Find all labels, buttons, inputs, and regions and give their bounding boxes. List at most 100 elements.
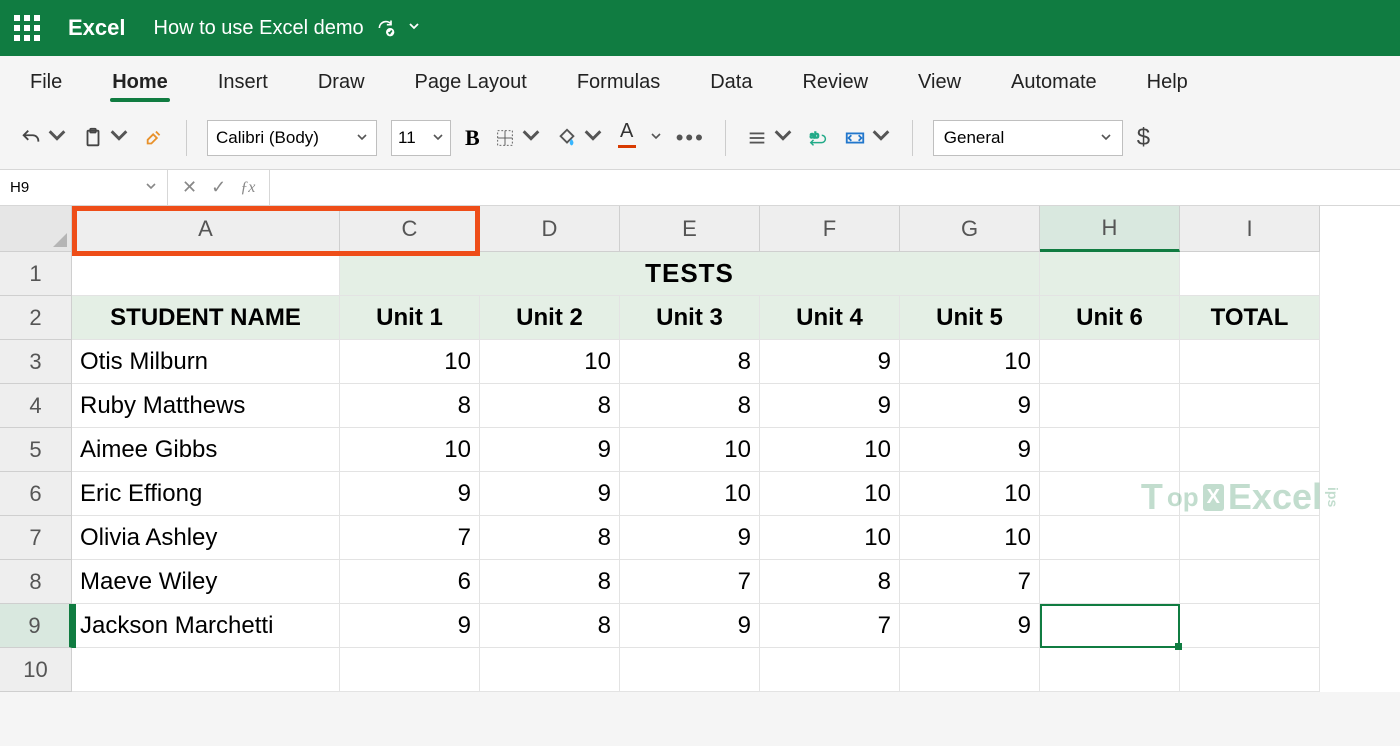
tab-data[interactable]: Data	[708, 61, 754, 106]
tab-automate[interactable]: Automate	[1009, 61, 1099, 106]
cell[interactable]	[1180, 648, 1320, 692]
cell[interactable]	[1040, 472, 1180, 516]
cell[interactable]: 9	[900, 428, 1040, 472]
number-format-select[interactable]: General	[933, 120, 1123, 156]
cell[interactable]: 10	[900, 516, 1040, 560]
cell[interactable]: 10	[340, 340, 480, 384]
cell[interactable]: 9	[340, 604, 480, 648]
fill-color-button[interactable]	[556, 120, 604, 156]
chevron-down-icon[interactable]	[408, 19, 420, 37]
cell[interactable]: 10	[900, 472, 1040, 516]
cell[interactable]: 9	[620, 604, 760, 648]
cell[interactable]: 10	[760, 472, 900, 516]
header-student-name[interactable]: STUDENT NAME	[72, 296, 340, 340]
tab-file[interactable]: File	[28, 61, 64, 106]
cell[interactable]: 9	[760, 384, 900, 428]
cell[interactable]	[1040, 340, 1180, 384]
tab-draw[interactable]: Draw	[316, 61, 367, 106]
row-header-3[interactable]: 3	[0, 340, 72, 384]
cell[interactable]: 9	[480, 428, 620, 472]
cell[interactable]: 9	[900, 384, 1040, 428]
tab-insert[interactable]: Insert	[216, 61, 270, 106]
cell[interactable]	[1180, 472, 1320, 516]
wrap-text-button[interactable]: ab	[808, 120, 830, 156]
cell-name[interactable]: Aimee Gibbs	[72, 428, 340, 472]
formula-input[interactable]	[270, 170, 1400, 205]
merge-button[interactable]	[844, 120, 892, 156]
font-size-select[interactable]: 11	[391, 120, 451, 156]
tab-review[interactable]: Review	[800, 61, 870, 106]
chevron-down-icon[interactable]	[650, 129, 662, 147]
header-unit5[interactable]: Unit 5	[900, 296, 1040, 340]
paste-button[interactable]	[82, 120, 130, 156]
cell[interactable]: 10	[900, 340, 1040, 384]
undo-button[interactable]	[20, 120, 68, 156]
tab-home[interactable]: Home	[110, 61, 170, 106]
header-unit1[interactable]: Unit 1	[340, 296, 480, 340]
tests-title-cell[interactable]: TESTS	[340, 252, 1040, 296]
row-header-4[interactable]: 4	[0, 384, 72, 428]
cell[interactable]	[340, 648, 480, 692]
cell[interactable]	[1180, 340, 1320, 384]
row-header-7[interactable]: 7	[0, 516, 72, 560]
tab-view[interactable]: View	[916, 61, 963, 106]
cell[interactable]: 7	[340, 516, 480, 560]
more-font-options-button[interactable]: •••	[676, 120, 705, 156]
col-header-A[interactable]: A	[72, 206, 340, 252]
bold-button[interactable]: B	[465, 120, 480, 156]
header-unit4[interactable]: Unit 4	[760, 296, 900, 340]
header-unit2[interactable]: Unit 2	[480, 296, 620, 340]
cell[interactable]: 8	[620, 340, 760, 384]
cell[interactable]: 8	[340, 384, 480, 428]
cell[interactable]	[1040, 560, 1180, 604]
col-header-H[interactable]: H	[1040, 206, 1180, 252]
cell-name[interactable]: Jackson Marchetti	[72, 604, 340, 648]
tab-page-layout[interactable]: Page Layout	[413, 61, 529, 106]
col-header-F[interactable]: F	[760, 206, 900, 252]
cell-name[interactable]: Olivia Ashley	[72, 516, 340, 560]
cell-name[interactable]: Eric Effiong	[72, 472, 340, 516]
cell[interactable]: 9	[480, 472, 620, 516]
cell[interactable]	[1180, 384, 1320, 428]
header-total[interactable]: TOTAL	[1180, 296, 1320, 340]
cell[interactable]	[1040, 648, 1180, 692]
col-header-D[interactable]: D	[480, 206, 620, 252]
cell[interactable]	[760, 648, 900, 692]
font-color-button[interactable]: A	[618, 120, 636, 156]
select-all-corner[interactable]	[0, 206, 72, 252]
cell[interactable]: 8	[480, 384, 620, 428]
cell[interactable]	[620, 648, 760, 692]
cell[interactable]	[1180, 560, 1320, 604]
cell[interactable]: 9	[900, 604, 1040, 648]
cell[interactable]	[1180, 604, 1320, 648]
cell[interactable]: 9	[620, 516, 760, 560]
accept-formula-icon[interactable]: ✓	[211, 177, 226, 198]
spreadsheet-grid[interactable]: A C D E F G H I 1 TESTS 2 STUDENT NAME U…	[0, 206, 1400, 692]
app-launcher-icon[interactable]	[14, 15, 40, 41]
cell[interactable]: 8	[480, 560, 620, 604]
cell[interactable]	[72, 648, 340, 692]
cell[interactable]: 9	[340, 472, 480, 516]
row-header-2[interactable]: 2	[0, 296, 72, 340]
cell[interactable]	[1180, 428, 1320, 472]
cell[interactable]: 7	[760, 604, 900, 648]
col-header-G[interactable]: G	[900, 206, 1040, 252]
row-header-10[interactable]: 10	[0, 648, 72, 692]
col-header-C[interactable]: C	[340, 206, 480, 252]
cell[interactable]	[480, 648, 620, 692]
cell[interactable]	[1040, 252, 1180, 296]
row-header-8[interactable]: 8	[0, 560, 72, 604]
cell[interactable]: 7	[620, 560, 760, 604]
cell[interactable]: 10	[340, 428, 480, 472]
cell[interactable]: 10	[760, 516, 900, 560]
cell[interactable]: 8	[480, 516, 620, 560]
cell[interactable]	[1180, 252, 1320, 296]
cell[interactable]: 9	[760, 340, 900, 384]
cell-name[interactable]: Maeve Wiley	[72, 560, 340, 604]
format-painter-button[interactable]	[144, 120, 166, 156]
font-family-select[interactable]: Calibri (Body)	[207, 120, 377, 156]
fx-icon[interactable]: ƒx	[240, 179, 255, 197]
cell[interactable]: 10	[620, 472, 760, 516]
cell-name[interactable]: Ruby Matthews	[72, 384, 340, 428]
borders-button[interactable]	[494, 120, 542, 156]
